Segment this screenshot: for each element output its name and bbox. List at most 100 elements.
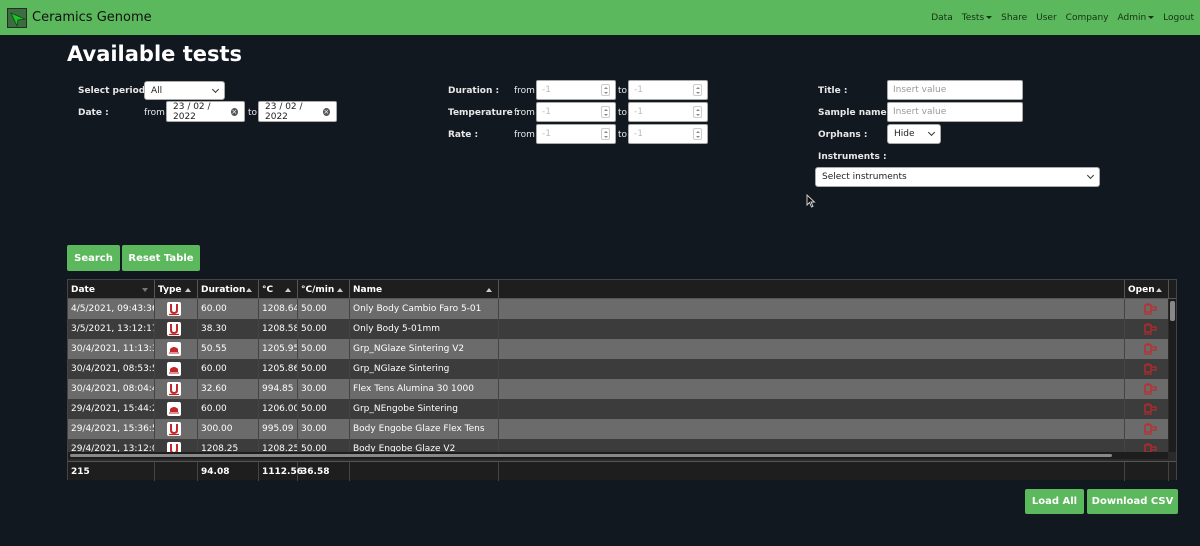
column-header-temp[interactable]: °C <box>259 280 298 299</box>
duration-from-input[interactable]: -1 <box>536 80 616 100</box>
instruments-value: Select instruments <box>822 172 907 182</box>
temperature-from-placeholder: -1 <box>542 107 551 117</box>
cell-type <box>155 319 198 339</box>
cell-duration: 1208.25 <box>198 439 259 452</box>
column-header-duration[interactable]: Duration <box>198 280 259 299</box>
vertical-scrollbar[interactable] <box>1169 299 1176 452</box>
flex-tens-horn-icon <box>167 302 181 316</box>
open-test-icon[interactable] <box>1142 420 1158 439</box>
sample-name-input[interactable]: Insert value <box>887 102 1023 122</box>
temperature-to-input[interactable]: -1 <box>628 102 708 122</box>
column-header-name[interactable]: Name <box>350 280 499 299</box>
open-test-icon[interactable] <box>1142 300 1158 319</box>
table-row[interactable]: 30/4/2021, 08:53:51 60.00 1205.86 50.00 Grp_… <box>68 359 1168 379</box>
instruments-dropdown[interactable]: Select instruments <box>815 167 1100 187</box>
search-button[interactable]: Search <box>67 245 120 271</box>
cell-type <box>155 379 198 399</box>
download-csv-button[interactable]: Download CSV <box>1087 489 1178 514</box>
cell-rate: 50.00 <box>298 439 350 452</box>
sort-asc-icon <box>285 288 291 292</box>
sort-desc-icon <box>142 288 148 292</box>
temperature-label: Temperature : <box>448 108 520 118</box>
cell-rate: 50.00 <box>298 399 350 419</box>
cell-temp: 1208.25 <box>259 439 298 452</box>
nav-admin-dropdown[interactable]: Admin <box>1117 13 1155 23</box>
table-row[interactable]: 3/5/2021, 13:12:17 38.30 1208.58 50.00 Only … <box>68 319 1168 339</box>
reset-table-button[interactable]: Reset Table <box>122 245 200 271</box>
duration-to-input[interactable]: -1 <box>628 80 708 100</box>
cell-date: 30/4/2021, 08:53:51 <box>68 359 155 379</box>
cell-type <box>155 439 198 452</box>
column-header-date[interactable]: Date <box>68 280 155 299</box>
footer-spacer <box>499 462 1125 481</box>
select-period-dropdown[interactable]: All <box>144 81 225 100</box>
title-input[interactable]: Insert value <box>887 80 1023 100</box>
rate-to-placeholder: -1 <box>634 129 643 139</box>
spinner-icon[interactable] <box>693 84 702 96</box>
spinner-icon[interactable] <box>693 128 702 140</box>
load-all-button[interactable]: Load All <box>1025 489 1084 514</box>
open-test-icon[interactable] <box>1142 340 1158 359</box>
cell-rate: 50.00 <box>298 319 350 339</box>
brand[interactable]: Ceramics Genome <box>7 7 152 28</box>
nav-tests-label: Tests <box>961 12 985 23</box>
vertical-scroll-thumb[interactable] <box>1170 301 1175 321</box>
clear-icon[interactable]: × <box>230 107 238 116</box>
cell-name: Only Body Cambio Faro 5-01 <box>350 299 499 319</box>
table-row[interactable]: 29/4/2021, 13:12:04 1208.25 1208.25 50.00 Bo… <box>68 439 1168 452</box>
spinner-icon[interactable] <box>601 106 610 118</box>
nav-share[interactable]: Share <box>1001 13 1027 23</box>
open-test-icon[interactable] <box>1142 440 1158 452</box>
cell-rate: 50.00 <box>298 359 350 379</box>
cell-name: Body Engobe Glaze Flex Tens <box>350 419 499 439</box>
date-to-input[interactable]: 23 / 02 / 2022 × <box>258 101 337 122</box>
open-test-icon[interactable] <box>1142 360 1158 379</box>
spinner-icon[interactable] <box>601 84 610 96</box>
table-body: 4/5/2021, 09:43:36 60.00 1208.64 50.00 Only … <box>68 299 1168 452</box>
cell-name: Grp_NGlaze Sintering <box>350 359 499 379</box>
cell-name: Body Engobe Glaze V2 <box>350 439 499 452</box>
title-placeholder: Insert value <box>893 85 947 95</box>
cell-open <box>1125 339 1168 359</box>
nav-logout[interactable]: Logout <box>1163 13 1194 23</box>
nav-data[interactable]: Data <box>931 13 953 23</box>
cell-name: Flex Tens Alumina 30 1000 <box>350 379 499 399</box>
rate-to-input[interactable]: -1 <box>628 124 708 144</box>
table-footer: 215 94.08 1112.56 36.58 <box>68 461 1176 481</box>
table-row[interactable]: 30/4/2021, 11:13:39 50.55 1205.95 50.00 Grp_… <box>68 339 1168 359</box>
open-test-icon[interactable] <box>1142 400 1158 419</box>
temperature-from-input[interactable]: -1 <box>536 102 616 122</box>
date-from-input[interactable]: 23 / 02 / 2022 × <box>166 101 245 122</box>
cell-open <box>1125 399 1168 419</box>
sintering-dome-icon <box>167 362 181 376</box>
table-row[interactable]: 30/4/2021, 08:04:46 32.60 994.85 30.00 Flex … <box>68 379 1168 399</box>
open-test-icon[interactable] <box>1142 380 1158 399</box>
cell-date: 30/4/2021, 11:13:39 <box>68 339 155 359</box>
rate-from-input[interactable]: -1 <box>536 124 616 144</box>
spinner-icon[interactable] <box>601 128 610 140</box>
table-row[interactable]: 29/4/2021, 15:36:55 300.00 995.09 30.00 Body… <box>68 419 1168 439</box>
nav-company[interactable]: Company <box>1066 13 1109 23</box>
cell-spacer <box>499 339 1125 359</box>
temperature-from-label: from <box>514 108 535 118</box>
horizontal-scrollbar[interactable] <box>68 452 1168 459</box>
temperature-to-label: to <box>618 108 628 118</box>
nav-user[interactable]: User <box>1036 13 1057 23</box>
flex-tens-horn-icon <box>167 442 181 452</box>
cell-date: 3/5/2021, 13:12:17 <box>68 319 155 339</box>
footer-count: 215 <box>68 462 155 481</box>
column-header-type[interactable]: Type <box>155 280 198 299</box>
table-row[interactable]: 29/4/2021, 15:44:29 60.00 1206.00 50.00 Grp_… <box>68 399 1168 419</box>
spinner-icon[interactable] <box>693 106 702 118</box>
clear-icon[interactable]: × <box>322 107 330 116</box>
temperature-to-placeholder: -1 <box>634 107 643 117</box>
cell-open <box>1125 439 1168 452</box>
column-header-rate[interactable]: °C/min <box>298 280 350 299</box>
table-row[interactable]: 4/5/2021, 09:43:36 60.00 1208.64 50.00 Only … <box>68 299 1168 319</box>
open-test-icon[interactable] <box>1142 320 1158 339</box>
horizontal-scroll-thumb[interactable] <box>70 454 1112 457</box>
sort-asc-icon <box>1156 288 1162 292</box>
nav-tests-dropdown[interactable]: Tests <box>961 12 993 23</box>
orphans-dropdown[interactable]: Hide <box>887 124 941 144</box>
column-header-open[interactable]: Open <box>1125 280 1169 299</box>
